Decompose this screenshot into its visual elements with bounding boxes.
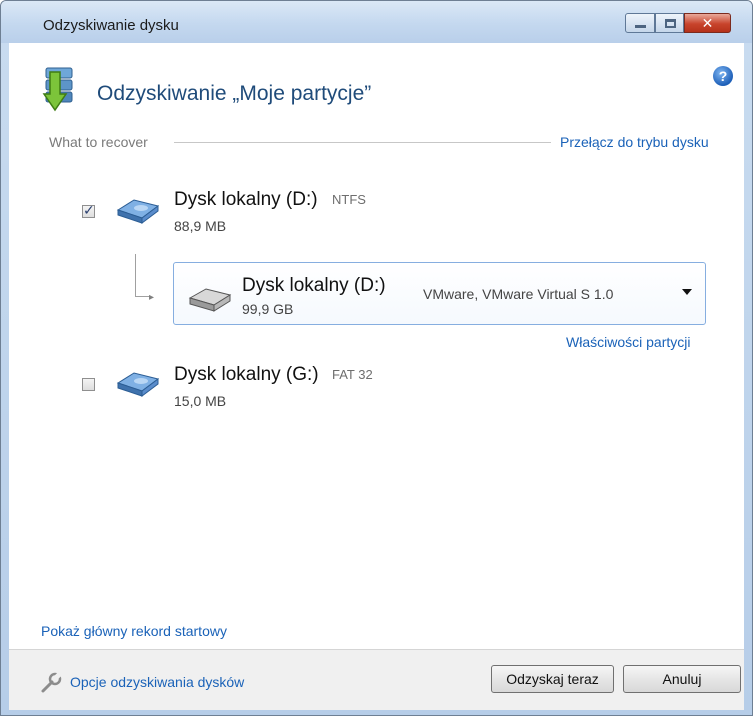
tree-connector-horizontal (135, 296, 150, 297)
hard-disk-icon (188, 288, 232, 312)
connector-arrow-icon: ▸ (149, 292, 155, 303)
target-disk-name: Dysk lokalny (D:) (242, 275, 386, 296)
minimize-button[interactable] (625, 13, 655, 33)
partition-size: 88,9 MB (174, 218, 227, 234)
page-title: Odzyskiwanie „Moje partycje” (97, 82, 372, 105)
show-mbr-link[interactable]: Pokaż główny rekord startowy (41, 623, 227, 639)
partition-g-checkbox[interactable] (82, 378, 95, 391)
partition-name: Dysk lokalny (G:) (174, 364, 319, 385)
window-title: Odzyskiwanie dysku (43, 17, 179, 34)
target-disk-model: VMware, VMware Virtual S 1.0 (423, 286, 614, 302)
recover-now-button[interactable]: Odzyskaj teraz (491, 665, 614, 693)
disk-recovery-window: Odzyskiwanie dysku ✕ Odzyskiwanie „Moje … (0, 0, 753, 716)
section-divider (174, 142, 551, 143)
partition-icon (116, 199, 160, 224)
chevron-down-icon[interactable] (682, 289, 692, 295)
partition-properties-link[interactable]: Właściwości partycji (566, 334, 690, 350)
partition-d-checkbox[interactable]: ✓ (82, 202, 95, 218)
recovery-options-link[interactable]: Opcje odzyskiwania dysków (70, 674, 244, 690)
wrench-icon (41, 672, 62, 693)
partition-fs: FAT 32 (332, 367, 373, 382)
target-disk-dropdown[interactable]: Dysk lokalny (D:) 99,9 GB VMware, VMware… (173, 262, 706, 325)
target-disk-size: 99,9 GB (242, 301, 294, 317)
switch-to-disk-mode-link[interactable]: Przełącz do trybu dysku (560, 134, 709, 150)
partition-fs: NTFS (332, 192, 366, 207)
cancel-button[interactable]: Anuluj (623, 665, 741, 693)
title-bar[interactable]: Odzyskiwanie dysku ✕ (1, 1, 752, 43)
tree-connector (135, 254, 136, 297)
close-icon: ✕ (701, 15, 714, 31)
partition-name: Dysk lokalny (D:) (174, 189, 318, 210)
content-area: Odzyskiwanie „Moje partycje” ? What to r… (9, 43, 744, 710)
footer-bar: Opcje odzyskiwania dysków Odzyskaj teraz… (9, 649, 744, 710)
section-label: What to recover (49, 134, 154, 150)
checkmark-icon: ✓ (83, 202, 95, 218)
close-button[interactable]: ✕ (684, 13, 731, 33)
help-icon[interactable]: ? (713, 66, 733, 86)
maximize-button[interactable] (655, 13, 684, 33)
recovery-icon (42, 67, 73, 112)
partition-size: 15,0 MB (174, 393, 227, 409)
partition-icon (116, 372, 160, 397)
